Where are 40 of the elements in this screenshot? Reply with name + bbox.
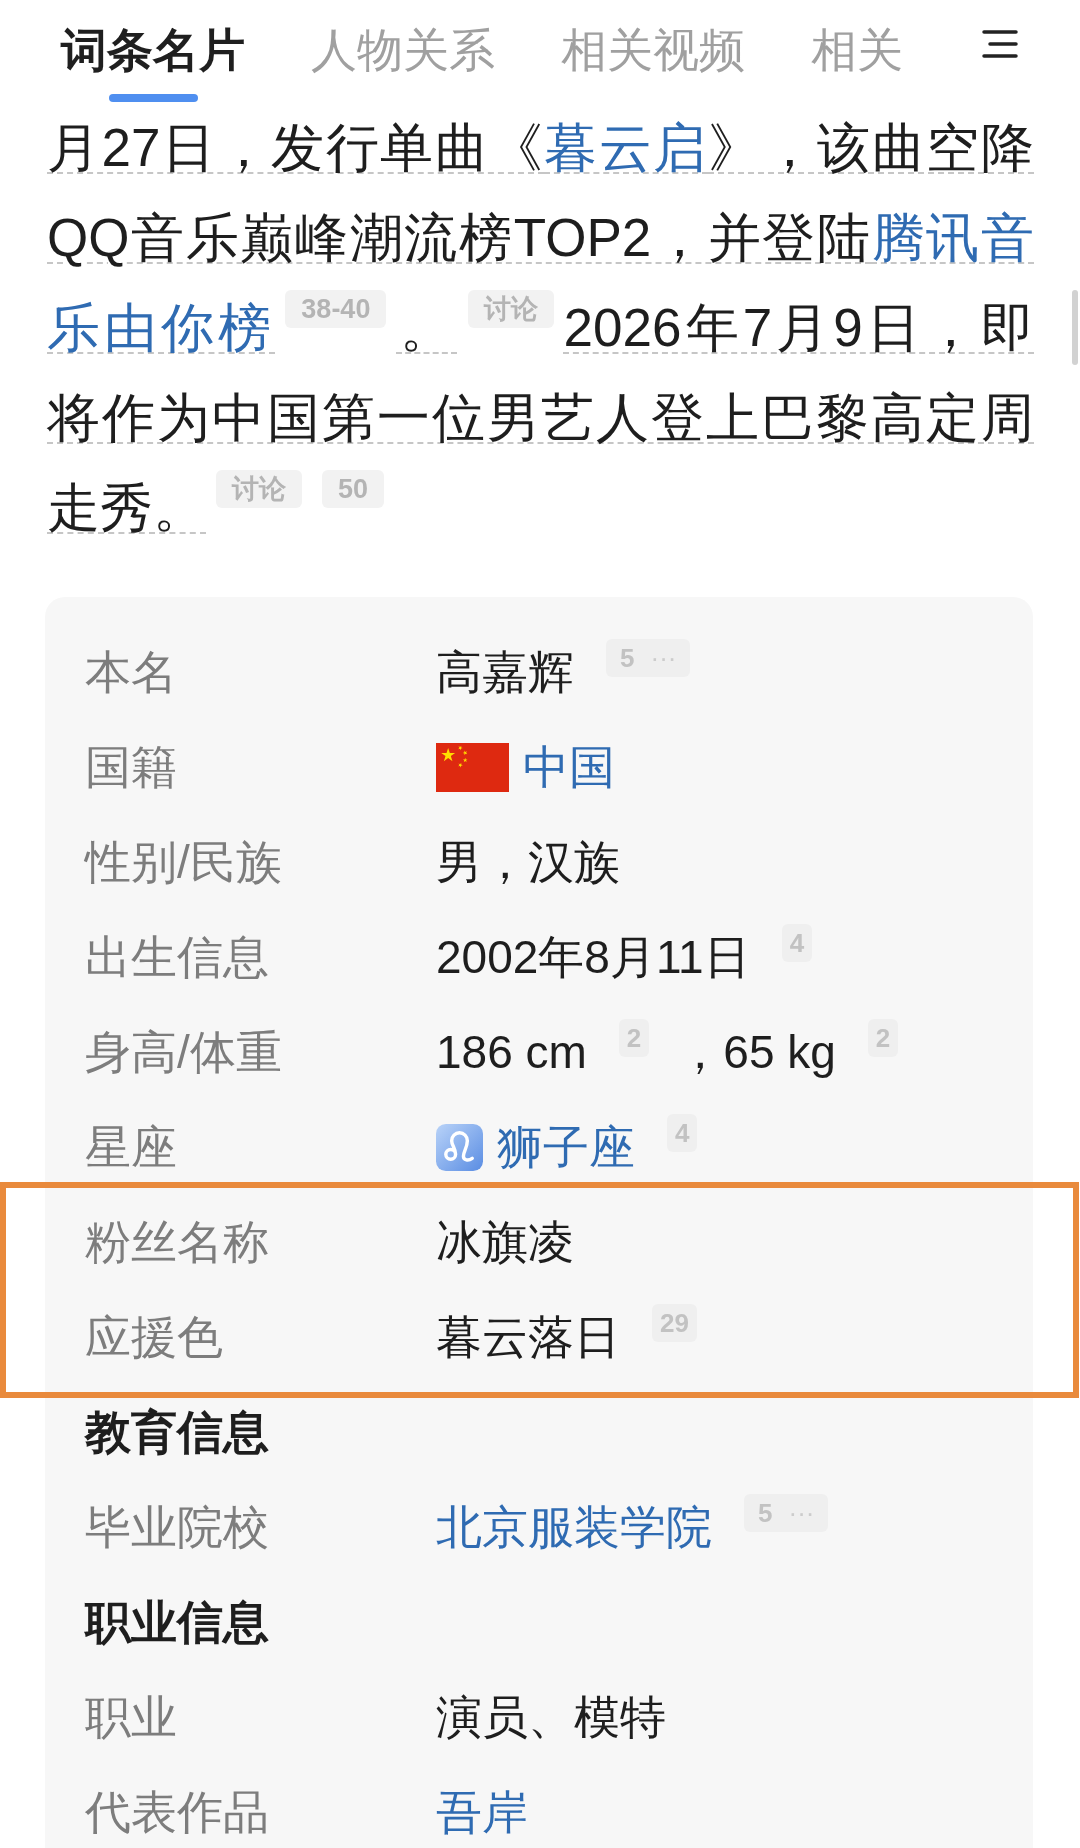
section-heading: 教育信息 <box>85 1404 269 1460</box>
field-label: 出生信息 <box>85 929 269 985</box>
article-link[interactable]: 乐由你榜 <box>47 298 276 357</box>
field-value: 冰旗凌 <box>436 1214 574 1270</box>
article-link[interactable]: 暮云启 <box>544 118 709 177</box>
tab[interactable]: 词条名片 <box>61 0 245 103</box>
field-label: 代表作品 <box>85 1784 269 1840</box>
field-label: 本名 <box>85 644 177 700</box>
article-link[interactable]: 腾讯音 <box>871 208 1034 267</box>
field-label: 性别/民族 <box>85 834 282 890</box>
article-paragraph: 月27日，发行单曲《暮云启》，该曲空降 QQ音乐巅峰潮流榜TOP2，并登陆腾讯音 乐由你榜 38-40 。 讨论 2026年7月9日，即 将作为中国第一位男艺人登上巴黎高定周 走秀。 讨论 50 <box>47 117 1034 539</box>
section-heading: 职业信息 <box>85 1594 269 1650</box>
field-link[interactable]: 狮子座 <box>497 1118 635 1175</box>
field-label: 毕业院校 <box>85 1499 269 1555</box>
field-label: 身高/体重 <box>85 1024 282 1080</box>
field-value: ，65 kg <box>677 1024 836 1080</box>
field-label: 国籍 <box>85 739 177 795</box>
field-value: 暮云落日 <box>436 1309 620 1365</box>
field-value: 男，汉族 <box>436 834 620 890</box>
leo-sign-icon <box>436 1123 483 1171</box>
field-value: 演员、模特 <box>436 1689 666 1745</box>
field-link[interactable]: 吾岸 <box>436 1783 528 1840</box>
citation-badge[interactable]: 38-40 <box>285 290 387 328</box>
field-value: 高嘉辉 <box>436 644 574 700</box>
field-label: 粉丝名称 <box>85 1214 269 1270</box>
field-link[interactable]: 北京服装学院 <box>436 1498 712 1555</box>
field-label: 星座 <box>85 1119 177 1175</box>
field-label: 应援色 <box>85 1309 223 1365</box>
tab[interactable]: 人物关系 <box>311 0 495 103</box>
tab[interactable]: 相关视频 <box>561 0 745 103</box>
citation-badge[interactable]: 讨论 <box>216 470 302 508</box>
citation-badge[interactable]: 讨论 <box>467 290 554 328</box>
tab[interactable]: 相关 <box>811 0 903 103</box>
citation-badge[interactable]: 50 <box>322 470 385 508</box>
field-link[interactable]: 中国 <box>523 738 615 795</box>
flag-icon <box>436 742 509 792</box>
field-value: 186 cm <box>436 1024 587 1080</box>
menu-icon[interactable] <box>982 30 1018 58</box>
field-value: 2002年8月11日 <box>436 929 750 985</box>
field-label: 职业 <box>85 1689 177 1745</box>
